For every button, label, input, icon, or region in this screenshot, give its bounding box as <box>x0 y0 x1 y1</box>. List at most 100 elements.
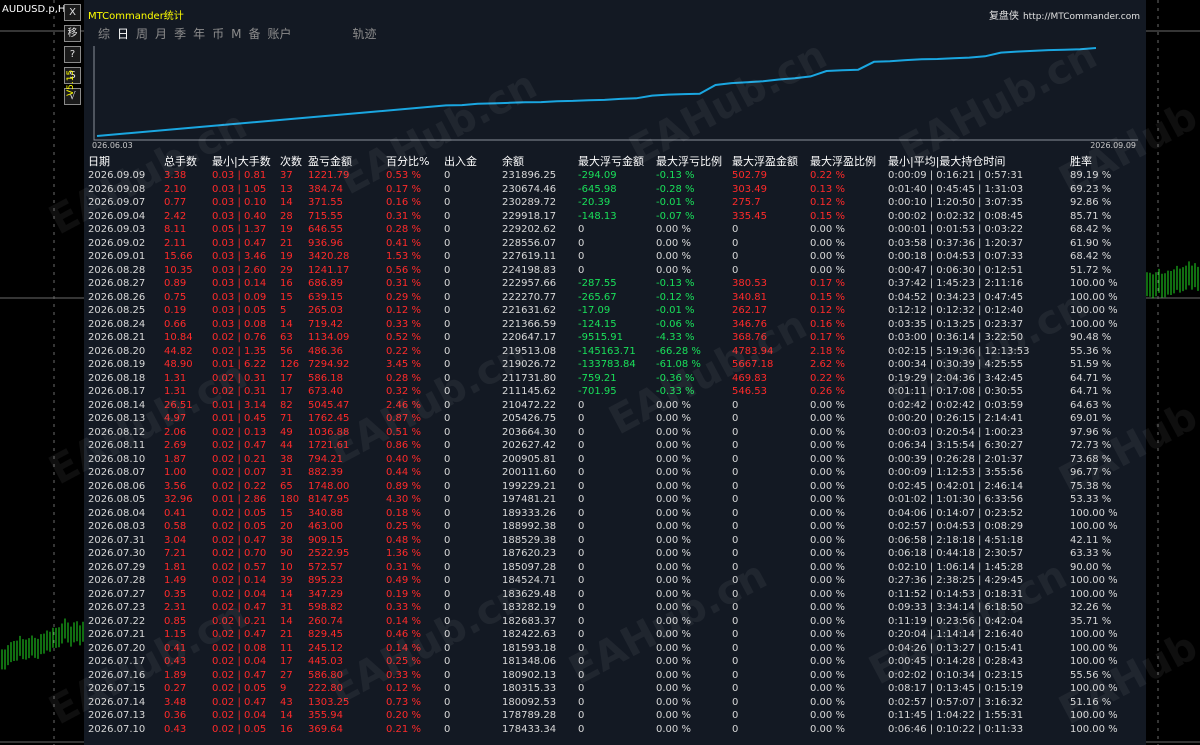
table-row[interactable]: 2026.08.20 44.82 0.02 | 1.35 56 486.36 0.22 %… <box>88 345 1142 359</box>
help-button[interactable]: ? <box>64 46 81 63</box>
table-cell: 2026.08.24 <box>88 318 146 330</box>
table-cell: 0 <box>732 507 739 519</box>
column-header[interactable]: 最大浮亏比例 <box>656 153 732 169</box>
column-header[interactable]: 盈亏金额 <box>308 153 386 169</box>
table-row[interactable]: 2026.08.04 0.41 0.02 | 0.05 15 340.88 0.18 % 0… <box>88 507 1142 521</box>
table-cell: 0.02 | 0.05 <box>212 521 267 532</box>
table-row[interactable]: 2026.07.10 0.43 0.02 | 0.05 16 369.64 0.21 % 0… <box>88 723 1142 737</box>
tab-9[interactable]: 账户 <box>267 26 291 42</box>
table-cell: 219026.72 <box>502 359 557 370</box>
column-header[interactable]: 最小|大手数 <box>212 153 280 169</box>
table-row[interactable]: 2026.07.15 0.27 0.02 | 0.05 9 222.80 0.12 % 0 1… <box>88 682 1142 696</box>
table-cell: 0:19:29 | 2:04:36 | 3:42:45 <box>888 372 1024 384</box>
column-header[interactable]: 百分比% <box>386 153 444 169</box>
tab-4[interactable]: 季 <box>174 26 186 42</box>
table-cell: 72.73 % <box>1070 440 1112 451</box>
table-row[interactable]: 2026.07.22 0.85 0.02 | 0.21 14 260.74 0.14 % 0… <box>88 615 1142 629</box>
table-cell: 0.00 % <box>656 696 691 708</box>
table-row[interactable]: 2026.08.12 2.06 0.02 | 0.13 49 1036.88 0.51 %… <box>88 426 1142 440</box>
column-header[interactable]: 总手数 <box>164 153 212 169</box>
close-button[interactable]: X <box>64 4 81 21</box>
table-cell: 502.79 <box>732 170 767 181</box>
column-header[interactable]: 最小|平均|最大持仓时间 <box>888 153 1070 169</box>
table-row[interactable]: 2026.09.01 15.66 0.03 | 3.46 19 3420.28 1.53 … <box>88 250 1142 264</box>
table-cell: 100.00 % <box>1070 723 1118 735</box>
table-cell: 0 <box>444 588 451 600</box>
table-cell: 2.31 <box>164 602 187 613</box>
column-header[interactable]: 最大浮盈比例 <box>810 153 888 169</box>
tab-10[interactable]: 轨迹 <box>353 26 377 42</box>
table-row[interactable]: 2026.07.23 2.31 0.02 | 0.47 31 598.82 0.33 % 0… <box>88 601 1142 615</box>
table-row[interactable]: 2026.08.25 0.19 0.03 | 0.05 5 265.03 0.12 % 0 2… <box>88 304 1142 318</box>
table-row[interactable]: 2026.08.24 0.66 0.03 | 0.08 14 719.42 0.33 % 0… <box>88 318 1142 332</box>
table-cell: 0 <box>578 723 585 735</box>
table-cell: 2026.07.14 <box>88 696 146 708</box>
table-row[interactable]: 2026.07.21 1.15 0.02 | 0.47 21 829.45 0.46 % 0… <box>88 628 1142 642</box>
table-row[interactable]: 2026.08.21 10.84 0.02 | 0.76 63 1134.09 0.52 … <box>88 331 1142 345</box>
table-cell: 64.63 % <box>1070 399 1112 411</box>
table-row[interactable]: 2026.07.28 1.49 0.02 | 0.14 39 895.23 0.49 % 0… <box>88 574 1142 588</box>
table-row[interactable]: 2026.09.09 3.38 0.03 | 0.81 37 1221.79 0.53 %… <box>88 169 1142 183</box>
column-header[interactable]: 最大浮盈金额 <box>732 153 810 169</box>
table-row[interactable]: 2026.09.02 2.11 0.03 | 0.47 21 936.96 0.41 % 0… <box>88 237 1142 251</box>
table-row[interactable]: 2026.07.14 3.48 0.02 | 0.47 43 1303.25 0.73 %… <box>88 696 1142 710</box>
tab-1[interactable]: 日 <box>117 26 129 42</box>
table-row[interactable]: 2026.07.27 0.35 0.02 | 0.04 14 347.29 0.19 % 0… <box>88 588 1142 602</box>
column-header[interactable]: 次数 <box>280 153 308 169</box>
table-cell: 0 <box>578 696 585 708</box>
table-row[interactable]: 2026.08.11 2.69 0.02 | 0.47 44 1721.61 0.86 %… <box>88 439 1142 453</box>
table-row[interactable]: 2026.07.16 1.89 0.02 | 0.47 27 586.80 0.33 % 0… <box>88 669 1142 683</box>
table-cell: 0 <box>444 170 451 181</box>
column-header[interactable]: 最大浮亏金额 <box>578 153 656 169</box>
column-header[interactable]: 余额 <box>502 153 578 169</box>
table-row[interactable]: 2026.08.06 3.56 0.02 | 0.22 65 1748.00 0.89 %… <box>88 480 1142 494</box>
table-cell: 245.12 <box>308 642 343 654</box>
table-row[interactable]: 2026.08.18 1.31 0.02 | 0.31 17 586.18 0.28 % 0… <box>88 372 1142 386</box>
brand-link[interactable]: 复盘侠 http://MTCommander.com <box>989 7 1140 22</box>
table-row[interactable]: 2026.08.28 10.35 0.03 | 2.60 29 1241.17 0.56 … <box>88 264 1142 278</box>
table-row[interactable]: 2026.09.08 2.10 0.03 | 1.05 13 384.74 0.17 % 0… <box>88 183 1142 197</box>
tab-7[interactable]: M <box>231 26 241 42</box>
tab-0[interactable]: 综 <box>98 26 110 42</box>
table-row[interactable]: 2026.07.20 0.41 0.02 | 0.08 11 245.12 0.14 % 0… <box>88 642 1142 656</box>
table-row[interactable]: 2026.09.03 8.11 0.05 | 1.37 19 646.55 0.28 % 0… <box>88 223 1142 237</box>
daily-stats-table: 日期 总手数 最小|大手数 次数 盈亏金额 百分比% 出入金 余额 最大浮亏金额 最大浮亏比例 最大… <box>88 153 1142 736</box>
table-cell: 0 <box>444 548 451 559</box>
column-header[interactable]: 出入金 <box>444 153 502 169</box>
tab-6[interactable]: 币 <box>212 26 224 42</box>
tab-5[interactable]: 年 <box>193 26 205 42</box>
table-row[interactable]: 2026.07.29 1.81 0.02 | 0.57 10 572.57 0.31 % 0… <box>88 561 1142 575</box>
table-row[interactable]: 2026.08.05 32.96 0.01 | 2.86 180 8147.95 4.30… <box>88 493 1142 507</box>
table-row[interactable]: 2026.07.13 0.36 0.02 | 0.04 14 355.94 0.20 % 0… <box>88 709 1142 723</box>
table-cell: 27 <box>280 669 293 681</box>
move-button[interactable]: 移 <box>64 25 81 42</box>
table-row[interactable]: 2026.08.03 0.58 0.02 | 0.05 20 463.00 0.25 % 0… <box>88 520 1142 534</box>
table-cell: 0.52 % <box>386 332 421 343</box>
table-row[interactable]: 2026.08.14 26.51 0.01 | 3.14 82 5045.47 2.46 … <box>88 399 1142 413</box>
table-row[interactable]: 2026.07.30 7.21 0.02 | 0.70 90 2522.95 1.36 %… <box>88 547 1142 561</box>
table-cell: 0:03:35 | 0:13:25 | 0:23:37 <box>888 318 1024 330</box>
table-row[interactable]: 2026.07.17 0.43 0.02 | 0.04 17 445.03 0.25 % 0… <box>88 655 1142 669</box>
table-row[interactable]: 2026.08.27 0.89 0.03 | 0.14 16 686.89 0.31 % 0… <box>88 277 1142 291</box>
table-cell: 0:00:09 | 1:12:53 | 3:55:56 <box>888 467 1024 478</box>
table-row[interactable]: 2026.07.31 3.04 0.02 | 0.47 38 909.15 0.48 % 0… <box>88 534 1142 548</box>
table-cell: 0:06:18 | 0:44:18 | 2:30:57 <box>888 548 1024 559</box>
table-row[interactable]: 2026.09.04 2.42 0.03 | 0.40 28 715.55 0.31 % 0… <box>88 210 1142 224</box>
column-header[interactable]: 胜率 <box>1070 153 1142 169</box>
table-cell: 0.00 % <box>656 521 691 532</box>
table-row[interactable]: 2026.08.26 0.75 0.03 | 0.09 15 639.15 0.29 % 0… <box>88 291 1142 305</box>
table-cell: 185097.28 <box>502 561 557 573</box>
tab-8[interactable]: 备 <box>248 26 260 42</box>
table-cell: 2026.08.05 <box>88 494 146 505</box>
column-header[interactable]: 日期 <box>88 153 164 169</box>
table-row[interactable]: 2026.08.19 48.90 0.01 | 6.22 126 7294.92 3.45… <box>88 358 1142 372</box>
table-row[interactable]: 2026.08.13 4.97 0.01 | 0.45 71 1762.45 0.87 %… <box>88 412 1142 426</box>
tab-2[interactable]: 周 <box>136 26 148 42</box>
table-row[interactable]: 2026.09.07 0.77 0.03 | 0.10 14 371.55 0.16 % 0… <box>88 196 1142 210</box>
tab-3[interactable]: 月 <box>155 26 167 42</box>
table-cell: 0.02 | 0.31 <box>212 372 267 384</box>
table-row[interactable]: 2026.08.17 1.31 0.02 | 0.31 17 673.40 0.32 % 0… <box>88 385 1142 399</box>
table-row[interactable]: 2026.08.07 1.00 0.02 | 0.07 31 882.39 0.44 % 0… <box>88 466 1142 480</box>
table-cell: 0.00 % <box>656 629 691 640</box>
table-row[interactable]: 2026.08.10 1.87 0.02 | 0.21 38 794.21 0.40 % 0… <box>88 453 1142 467</box>
